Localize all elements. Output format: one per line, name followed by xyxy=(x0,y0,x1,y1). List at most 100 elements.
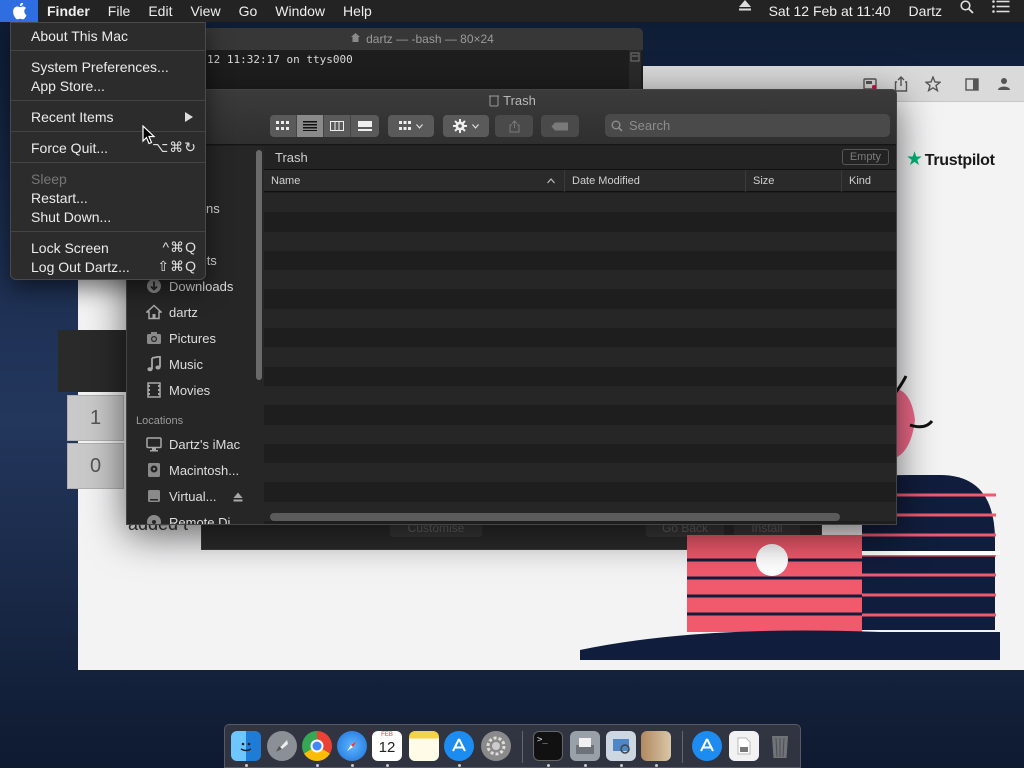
table-row[interactable] xyxy=(264,463,896,483)
tag-icon xyxy=(541,115,579,137)
home-icon xyxy=(145,303,163,321)
calculator-key-0[interactable]: 0 xyxy=(67,443,124,489)
camera-icon xyxy=(145,329,163,347)
column-header-size[interactable]: Size xyxy=(745,170,841,192)
dock-finder-icon[interactable] xyxy=(231,731,261,761)
table-row[interactable] xyxy=(264,328,896,347)
dock-documents-icon[interactable] xyxy=(729,731,759,761)
sidebar-item-macintosh-hd[interactable]: Macintosh... xyxy=(145,460,239,480)
running-indicator xyxy=(620,764,623,767)
running-indicator xyxy=(458,764,461,767)
column-header-label: Name xyxy=(271,175,301,187)
trustpilot-logo[interactable]: ★ Trustpilot xyxy=(906,148,995,171)
apple-menu-icon[interactable] xyxy=(0,0,38,22)
menu-file[interactable]: File xyxy=(99,0,140,22)
shortcut-label: ⇧⌘Q xyxy=(157,258,197,274)
spotlight-search-icon[interactable] xyxy=(951,0,983,22)
notification-center-icon[interactable] xyxy=(983,0,1024,22)
edit-tags-button[interactable] xyxy=(541,115,579,137)
table-row[interactable] xyxy=(264,424,896,444)
dock-app-store-folder-icon[interactable] xyxy=(692,731,722,761)
dock-chrome-icon[interactable] xyxy=(302,731,332,761)
table-row[interactable] xyxy=(264,193,896,213)
column-view-icon[interactable] xyxy=(324,115,351,137)
menu-item-app-store[interactable]: App Store... xyxy=(11,76,205,95)
sidebar-scroll-thumb[interactable] xyxy=(256,150,262,380)
table-row[interactable] xyxy=(264,386,896,406)
clock[interactable]: Sat 12 Feb at 11:40 xyxy=(760,0,900,22)
sidebar-item-movies[interactable]: Movies xyxy=(145,380,210,400)
dock-scanner-icon[interactable] xyxy=(570,731,600,761)
eject-icon[interactable] xyxy=(233,490,243,505)
column-header-kind[interactable]: Kind xyxy=(841,170,896,192)
gallery-view-icon[interactable] xyxy=(351,115,378,137)
app-menu-finder[interactable]: Finder xyxy=(38,0,99,22)
sidebar-item-remote-disc[interactable]: Remote Di... xyxy=(145,512,241,524)
finder-content[interactable]: Trash Empty Name Date Modified Size Kind xyxy=(264,146,896,524)
empty-trash-button[interactable]: Empty xyxy=(841,149,889,165)
dock-app-store-icon[interactable] xyxy=(444,731,474,761)
action-gear-button[interactable] xyxy=(443,115,489,137)
table-row[interactable] xyxy=(264,405,896,424)
dock-archive-icon[interactable] xyxy=(641,731,671,761)
table-row[interactable] xyxy=(264,290,896,309)
menu-window[interactable]: Window xyxy=(266,0,334,22)
column-header-name[interactable]: Name xyxy=(264,170,564,192)
sidebar-item-pictures[interactable]: Pictures xyxy=(145,328,216,348)
dock-calendar-icon[interactable]: FEB 12 xyxy=(372,731,402,761)
sidebar-item-imac[interactable]: Dartz's iMac xyxy=(145,434,240,454)
eject-icon[interactable] xyxy=(730,0,760,22)
column-header-date-modified[interactable]: Date Modified xyxy=(564,170,745,192)
side-panel-icon[interactable] xyxy=(962,74,982,94)
dock-trash-icon[interactable] xyxy=(765,731,795,761)
share-button[interactable] xyxy=(495,115,533,137)
horizontal-scrollbar[interactable] xyxy=(270,513,840,521)
menu-view[interactable]: View xyxy=(181,0,229,22)
menu-item-label: Lock Screen xyxy=(31,239,109,256)
sidebar-item-virtual[interactable]: Virtual... xyxy=(145,486,245,506)
menu-item-log-out[interactable]: Log Out Dartz... ⇧⌘Q xyxy=(11,257,205,276)
calculator-key-1[interactable]: 1 xyxy=(67,395,124,441)
group-by-button[interactable] xyxy=(388,115,434,137)
sidebar-item-music[interactable]: Music xyxy=(145,354,203,374)
table-row[interactable] xyxy=(264,231,896,251)
dock-safari-icon[interactable] xyxy=(337,731,367,761)
sidebar-scrollbar[interactable] xyxy=(254,146,264,524)
bookmark-star-icon[interactable] xyxy=(923,74,943,94)
user-menu[interactable]: Dartz xyxy=(900,0,951,22)
menu-item-force-quit[interactable]: Force Quit... ⌥⌘↻ xyxy=(11,138,205,157)
finder-window[interactable]: Trash Search ts ations op nents xyxy=(126,89,897,525)
terminal-output[interactable]: 12 11:32:17 on ttys000 xyxy=(201,50,643,69)
table-row[interactable] xyxy=(264,308,896,329)
table-row[interactable] xyxy=(264,251,896,270)
table-row[interactable] xyxy=(264,212,896,231)
dock-system-preferences-icon[interactable] xyxy=(481,731,511,761)
menu-item-system-preferences[interactable]: System Preferences... xyxy=(11,57,205,76)
search-input[interactable]: Search xyxy=(605,114,890,137)
sidebar-section-locations: Locations xyxy=(136,415,184,427)
icon-view-icon[interactable] xyxy=(270,115,297,137)
table-row[interactable] xyxy=(264,367,896,386)
sidebar-item-home[interactable]: dartz xyxy=(145,302,198,322)
menu-go[interactable]: Go xyxy=(230,0,267,22)
table-row[interactable] xyxy=(264,444,896,463)
menu-item-recent-items[interactable]: Recent Items xyxy=(11,107,205,126)
sidebar-item-label: Dartz's iMac xyxy=(169,436,241,452)
list-view-icon[interactable] xyxy=(297,115,324,137)
dock-preview-icon[interactable] xyxy=(606,731,636,761)
menu-item-lock-screen[interactable]: Lock Screen ^⌘Q xyxy=(11,238,205,257)
menu-separator xyxy=(11,162,205,163)
dock-terminal-icon[interactable]: >_ xyxy=(533,731,563,761)
table-row[interactable] xyxy=(264,483,896,502)
menu-item-restart[interactable]: Restart... xyxy=(11,188,205,207)
menu-edit[interactable]: Edit xyxy=(139,0,181,22)
dock-launchpad-icon[interactable] xyxy=(267,731,297,761)
table-row[interactable] xyxy=(264,347,896,367)
dock-notes-icon[interactable] xyxy=(409,731,439,761)
profile-icon[interactable] xyxy=(994,74,1014,94)
terminal-titlebar[interactable]: dartz — -bash — 80×24 xyxy=(201,28,643,50)
menu-item-shut-down[interactable]: Shut Down... xyxy=(11,207,205,226)
table-row[interactable] xyxy=(264,270,896,290)
menu-item-about-this-mac[interactable]: About This Mac xyxy=(11,26,205,45)
menu-help[interactable]: Help xyxy=(334,0,381,22)
